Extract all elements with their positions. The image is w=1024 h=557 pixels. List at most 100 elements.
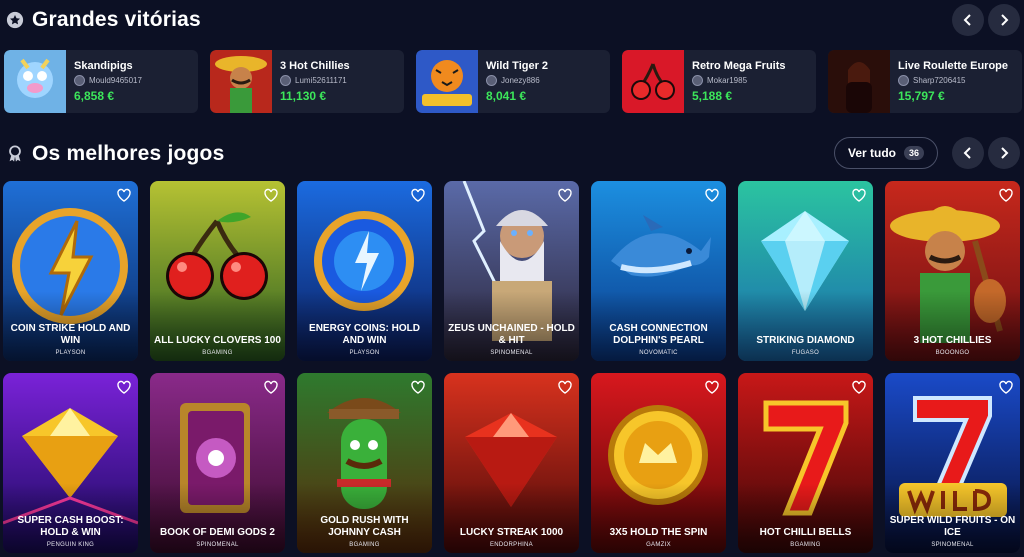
win-card[interactable]: 3 Hot Chillies Lumi52611171 11,130 €: [210, 50, 404, 113]
game-provider: Playson: [55, 350, 86, 356]
game-card[interactable]: 3x5 Hold the Spin Gamzix: [591, 373, 726, 553]
game-provider: Novomatic: [639, 350, 678, 356]
game-title: Super Cash Boost: Hold & Win: [17, 515, 124, 538]
game-title: 3 Hot Chillies: [913, 335, 992, 346]
star-circle-icon: [6, 11, 24, 29]
game-title: Coin Strike Hold and Win: [10, 323, 131, 346]
game-provider: Spinomenal: [490, 350, 533, 356]
game-thumbnail: [4, 50, 66, 113]
see-all-label: Ver tudo: [847, 146, 896, 160]
heart-icon: [558, 188, 572, 202]
favorite-button[interactable]: [116, 187, 132, 203]
win-amount: 5,188 €: [692, 89, 733, 103]
favorite-button[interactable]: [998, 187, 1014, 203]
game-card[interactable]: 3 Hot Chillies Booongo: [885, 181, 1020, 361]
game-provider: Spinomenal: [196, 542, 239, 548]
favorite-button[interactable]: [704, 187, 720, 203]
favorite-button[interactable]: [263, 187, 279, 203]
win-card[interactable]: Wild Tiger 2 Jonezy886 8,041 €: [416, 50, 610, 113]
big-wins-header: Grandes vitórias: [6, 8, 201, 32]
favorite-button[interactable]: [998, 379, 1014, 395]
game-thumbnail: [416, 50, 478, 113]
game-thumbnail: [210, 50, 272, 113]
game-title: Hot Chilli Bells: [759, 527, 852, 538]
game-title: Striking Diamond: [756, 335, 855, 346]
big-wins-list: Skandipigs Mould9465017 6,858 € 3 Hot Ch…: [4, 50, 1024, 114]
best-games-header: Os melhores jogos: [6, 142, 224, 166]
games-grid: Coin Strike Hold and Win Playson All Lucky…: [3, 181, 1020, 553]
avatar: [898, 75, 909, 86]
game-provider: Fugaso: [791, 350, 820, 356]
heart-icon: [705, 380, 719, 394]
big-wins-prev-button[interactable]: [952, 4, 984, 36]
game-card[interactable]: Coin Strike Hold and Win Playson: [3, 181, 138, 361]
heart-icon: [411, 380, 425, 394]
heart-icon: [558, 380, 572, 394]
game-thumbnail: [622, 50, 684, 113]
game-title: Lucky Streak 1000: [459, 527, 564, 538]
favorite-button[interactable]: [851, 187, 867, 203]
heart-icon: [999, 188, 1013, 202]
heart-icon: [264, 380, 278, 394]
favorite-button[interactable]: [851, 379, 867, 395]
favorite-button[interactable]: [557, 187, 573, 203]
game-card[interactable]: Book of Demi Gods 2 Spinomenal: [150, 373, 285, 553]
chevron-right-icon: [1001, 147, 1009, 159]
ribbon-award-icon: [9, 145, 21, 162]
avatar: [692, 75, 703, 86]
game-card[interactable]: Lucky Streak 1000 Endorphina: [444, 373, 579, 553]
favorite-button[interactable]: [410, 379, 426, 395]
chevron-left-icon: [963, 14, 971, 26]
win-game-name: Skandipigs: [74, 60, 133, 72]
game-card[interactable]: Energy Coins: Hold and Win Playson: [297, 181, 432, 361]
best-games-prev-button[interactable]: [952, 137, 984, 169]
win-game-name: Live Roulette Europe: [898, 60, 1009, 72]
game-thumbnail: [828, 50, 890, 113]
game-card[interactable]: Zeus Unchained - Hold & Hit Spinomenal: [444, 181, 579, 361]
chevron-left-icon: [963, 147, 971, 159]
game-title: Zeus Unchained - Hold & Hit: [448, 323, 575, 346]
favorite-button[interactable]: [263, 379, 279, 395]
win-game-name: Wild Tiger 2: [486, 60, 549, 72]
win-amount: 15,797 €: [898, 89, 945, 103]
favorite-button[interactable]: [116, 379, 132, 395]
game-provider: Booongo: [935, 350, 970, 356]
win-user: Mould9465017: [74, 75, 142, 86]
win-card[interactable]: Live Roulette Europe Sharp7206415 15,797…: [828, 50, 1022, 113]
see-all-button[interactable]: Ver tudo 36: [834, 137, 938, 169]
win-card[interactable]: Retro Mega Fruits Mokar1985 5,188 €: [622, 50, 816, 113]
heart-icon: [117, 188, 131, 202]
game-card[interactable]: Hot Chilli Bells BGaming: [738, 373, 873, 553]
win-user: Lumi52611171: [280, 75, 350, 86]
game-provider: Spinomenal: [931, 542, 974, 548]
game-provider: Gamzix: [646, 542, 671, 548]
win-amount: 6,858 €: [74, 89, 115, 103]
big-wins-next-button[interactable]: [988, 4, 1020, 36]
favorite-button[interactable]: [410, 187, 426, 203]
game-card[interactable]: Striking Diamond Fugaso: [738, 181, 873, 361]
game-card[interactable]: Super Cash Boost: Hold & Win Penguin King: [3, 373, 138, 553]
game-title: Book of Demi Gods 2: [159, 527, 275, 538]
game-title: 3x5 Hold the Spin: [609, 527, 708, 538]
game-title: All Lucky Clovers 100: [154, 335, 281, 346]
heart-icon: [852, 188, 866, 202]
game-card[interactable]: Super Wild Fruits - On Ice Spinomenal: [885, 373, 1020, 553]
favorite-button[interactable]: [557, 379, 573, 395]
avatar: [486, 75, 497, 86]
best-games-title: Os melhores jogos: [32, 142, 225, 165]
win-user: Jonezy886: [486, 75, 548, 86]
game-card[interactable]: Gold Rush with Johnny Cash BGaming: [297, 373, 432, 553]
win-card[interactable]: Skandipigs Mould9465017 6,858 €: [4, 50, 198, 113]
game-card[interactable]: Cash Connection Dolphin's Pearl Novomatic: [591, 181, 726, 361]
game-card[interactable]: All Lucky Clovers 100 BGaming: [150, 181, 285, 361]
game-provider: Playson: [349, 350, 380, 356]
favorite-button[interactable]: [704, 379, 720, 395]
win-user: Sharp7206415: [898, 75, 1008, 86]
game-provider: BGaming: [202, 350, 233, 356]
game-provider: Endorphina: [489, 542, 533, 548]
heart-icon: [852, 380, 866, 394]
game-title: Super Wild Fruits - On Ice: [889, 515, 1016, 538]
win-user: Mokar1985: [692, 75, 786, 86]
see-all-count-badge: 36: [904, 146, 925, 160]
best-games-next-button[interactable]: [988, 137, 1020, 169]
